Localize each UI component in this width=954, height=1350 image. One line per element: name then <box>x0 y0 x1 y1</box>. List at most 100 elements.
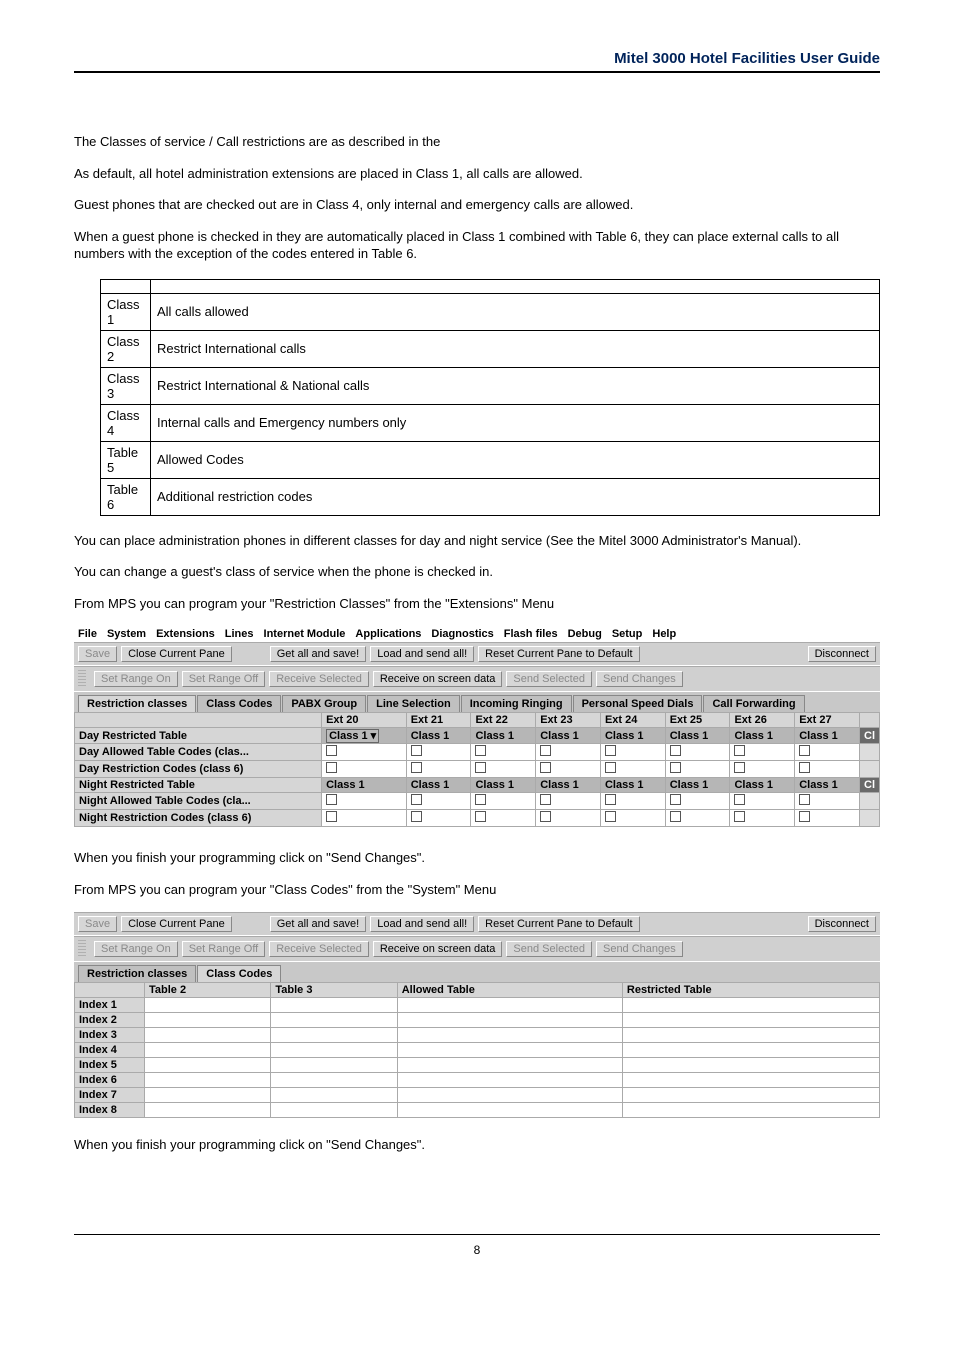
grid-cell[interactable] <box>145 998 271 1013</box>
grid-cell[interactable]: Class 1 <box>322 778 407 793</box>
grid-cell[interactable]: Class 1 <box>600 728 665 744</box>
grid-cell[interactable] <box>795 793 860 810</box>
send-changes-button[interactable]: Send Changes <box>596 671 683 687</box>
menu-item[interactable]: System <box>107 628 146 640</box>
disconnect-button[interactable]: Disconnect <box>808 916 876 932</box>
menu-item[interactable]: Lines <box>225 628 254 640</box>
checkbox[interactable] <box>475 745 486 756</box>
grid-cell[interactable] <box>730 810 795 827</box>
grid-cell[interactable] <box>145 1043 271 1058</box>
receive-screen-button[interactable]: Receive on screen data <box>373 941 503 957</box>
restriction-grid[interactable]: Ext 20Ext 21Ext 22Ext 23Ext 24Ext 25Ext … <box>74 712 880 827</box>
tab-restriction-classes[interactable]: Restriction classes <box>78 695 196 712</box>
grid-cell[interactable] <box>600 744 665 761</box>
tab-class-codes[interactable]: Class Codes <box>197 695 281 712</box>
checkbox[interactable] <box>326 794 337 805</box>
checkbox[interactable] <box>670 745 681 756</box>
checkbox[interactable] <box>605 811 616 822</box>
receive-screen-button[interactable]: Receive on screen data <box>373 671 503 687</box>
grid-cell[interactable] <box>271 1028 397 1043</box>
grid-cell[interactable] <box>397 1103 622 1118</box>
checkbox[interactable] <box>799 811 810 822</box>
grid-cell[interactable]: Class 1 <box>600 778 665 793</box>
grid-cell[interactable]: Class 1 <box>536 728 601 744</box>
grid-cell[interactable] <box>622 1088 879 1103</box>
grid-cell[interactable] <box>665 793 730 810</box>
menu-item[interactable]: Internet Module <box>264 628 346 640</box>
grid-cell[interactable] <box>397 1013 622 1028</box>
grid-cell[interactable] <box>322 810 407 827</box>
grid-cell[interactable] <box>622 1073 879 1088</box>
grid-cell[interactable] <box>406 744 471 761</box>
checkbox[interactable] <box>475 794 486 805</box>
grid-cell[interactable] <box>622 1058 879 1073</box>
grid-cell[interactable] <box>622 1013 879 1028</box>
menu-item[interactable]: Help <box>652 628 676 640</box>
menu-item[interactable]: Setup <box>612 628 643 640</box>
checkbox[interactable] <box>540 794 551 805</box>
grid-cell[interactable] <box>795 761 860 778</box>
grid-cell[interactable] <box>600 810 665 827</box>
checkbox[interactable] <box>411 811 422 822</box>
grid-cell[interactable] <box>536 761 601 778</box>
grid-cell[interactable] <box>622 998 879 1013</box>
menu-item[interactable]: Applications <box>355 628 421 640</box>
checkbox[interactable] <box>605 745 616 756</box>
grid-cell[interactable]: Class 1 <box>471 778 536 793</box>
checkbox[interactable] <box>475 762 486 773</box>
set-range-on-button[interactable]: Set Range On <box>94 941 178 957</box>
grid-cell[interactable] <box>471 761 536 778</box>
grid-cell[interactable]: Class 1 ▾ <box>322 728 407 744</box>
tab-restriction-classes[interactable]: Restriction classes <box>78 965 196 982</box>
checkbox[interactable] <box>540 762 551 773</box>
grid-cell[interactable] <box>322 793 407 810</box>
set-range-on-button[interactable]: Set Range On <box>94 671 178 687</box>
tab-incoming-ringing[interactable]: Incoming Ringing <box>461 695 572 712</box>
grid-cell[interactable] <box>397 1058 622 1073</box>
grid-cell[interactable] <box>271 1043 397 1058</box>
receive-selected-button[interactable]: Receive Selected <box>269 671 369 687</box>
grid-cell[interactable] <box>665 744 730 761</box>
set-range-off-button[interactable]: Set Range Off <box>182 941 266 957</box>
grid-cell[interactable] <box>730 793 795 810</box>
grid-cell[interactable]: Class 1 <box>795 728 860 744</box>
menu-item[interactable]: Diagnostics <box>431 628 493 640</box>
grid-cell[interactable] <box>397 1088 622 1103</box>
send-selected-button[interactable]: Send Selected <box>506 671 592 687</box>
grid-cell[interactable] <box>145 1103 271 1118</box>
grid-cell[interactable] <box>145 1013 271 1028</box>
grid-cell[interactable] <box>271 998 397 1013</box>
grid-cell[interactable] <box>622 1028 879 1043</box>
grid-cell[interactable]: Class 1 <box>730 778 795 793</box>
grid-cell[interactable] <box>397 1073 622 1088</box>
reset-pane-button[interactable]: Reset Current Pane to Default <box>478 916 639 932</box>
grid-cell[interactable]: Class 1 <box>665 728 730 744</box>
checkbox[interactable] <box>475 811 486 822</box>
grid-cell[interactable] <box>406 810 471 827</box>
tab-pabx-group[interactable]: PABX Group <box>282 695 366 712</box>
menu-item[interactable]: File <box>78 628 97 640</box>
close-pane-button[interactable]: Close Current Pane <box>121 916 232 932</box>
checkbox[interactable] <box>326 745 337 756</box>
grid-cell[interactable] <box>322 761 407 778</box>
grid-cell[interactable] <box>665 810 730 827</box>
grid-cell[interactable] <box>471 810 536 827</box>
save-button[interactable]: Save <box>78 916 117 932</box>
grid-cell[interactable]: Class 1 <box>471 728 536 744</box>
grid-cell[interactable] <box>471 744 536 761</box>
grid-cell[interactable] <box>622 1103 879 1118</box>
grid-cell[interactable] <box>471 793 536 810</box>
grid-cell[interactable] <box>665 761 730 778</box>
grid-cell[interactable] <box>406 761 471 778</box>
grid-cell[interactable] <box>600 793 665 810</box>
grid-cell[interactable] <box>271 1058 397 1073</box>
grid-cell[interactable] <box>145 1073 271 1088</box>
checkbox[interactable] <box>734 794 745 805</box>
grid-cell[interactable] <box>536 744 601 761</box>
load-send-button[interactable]: Load and send all! <box>370 916 474 932</box>
menubar[interactable]: FileSystemExtensionsLinesInternet Module… <box>74 626 880 642</box>
checkbox[interactable] <box>734 811 745 822</box>
save-button[interactable]: Save <box>78 646 117 662</box>
grid-cell[interactable] <box>795 810 860 827</box>
send-changes-button[interactable]: Send Changes <box>596 941 683 957</box>
